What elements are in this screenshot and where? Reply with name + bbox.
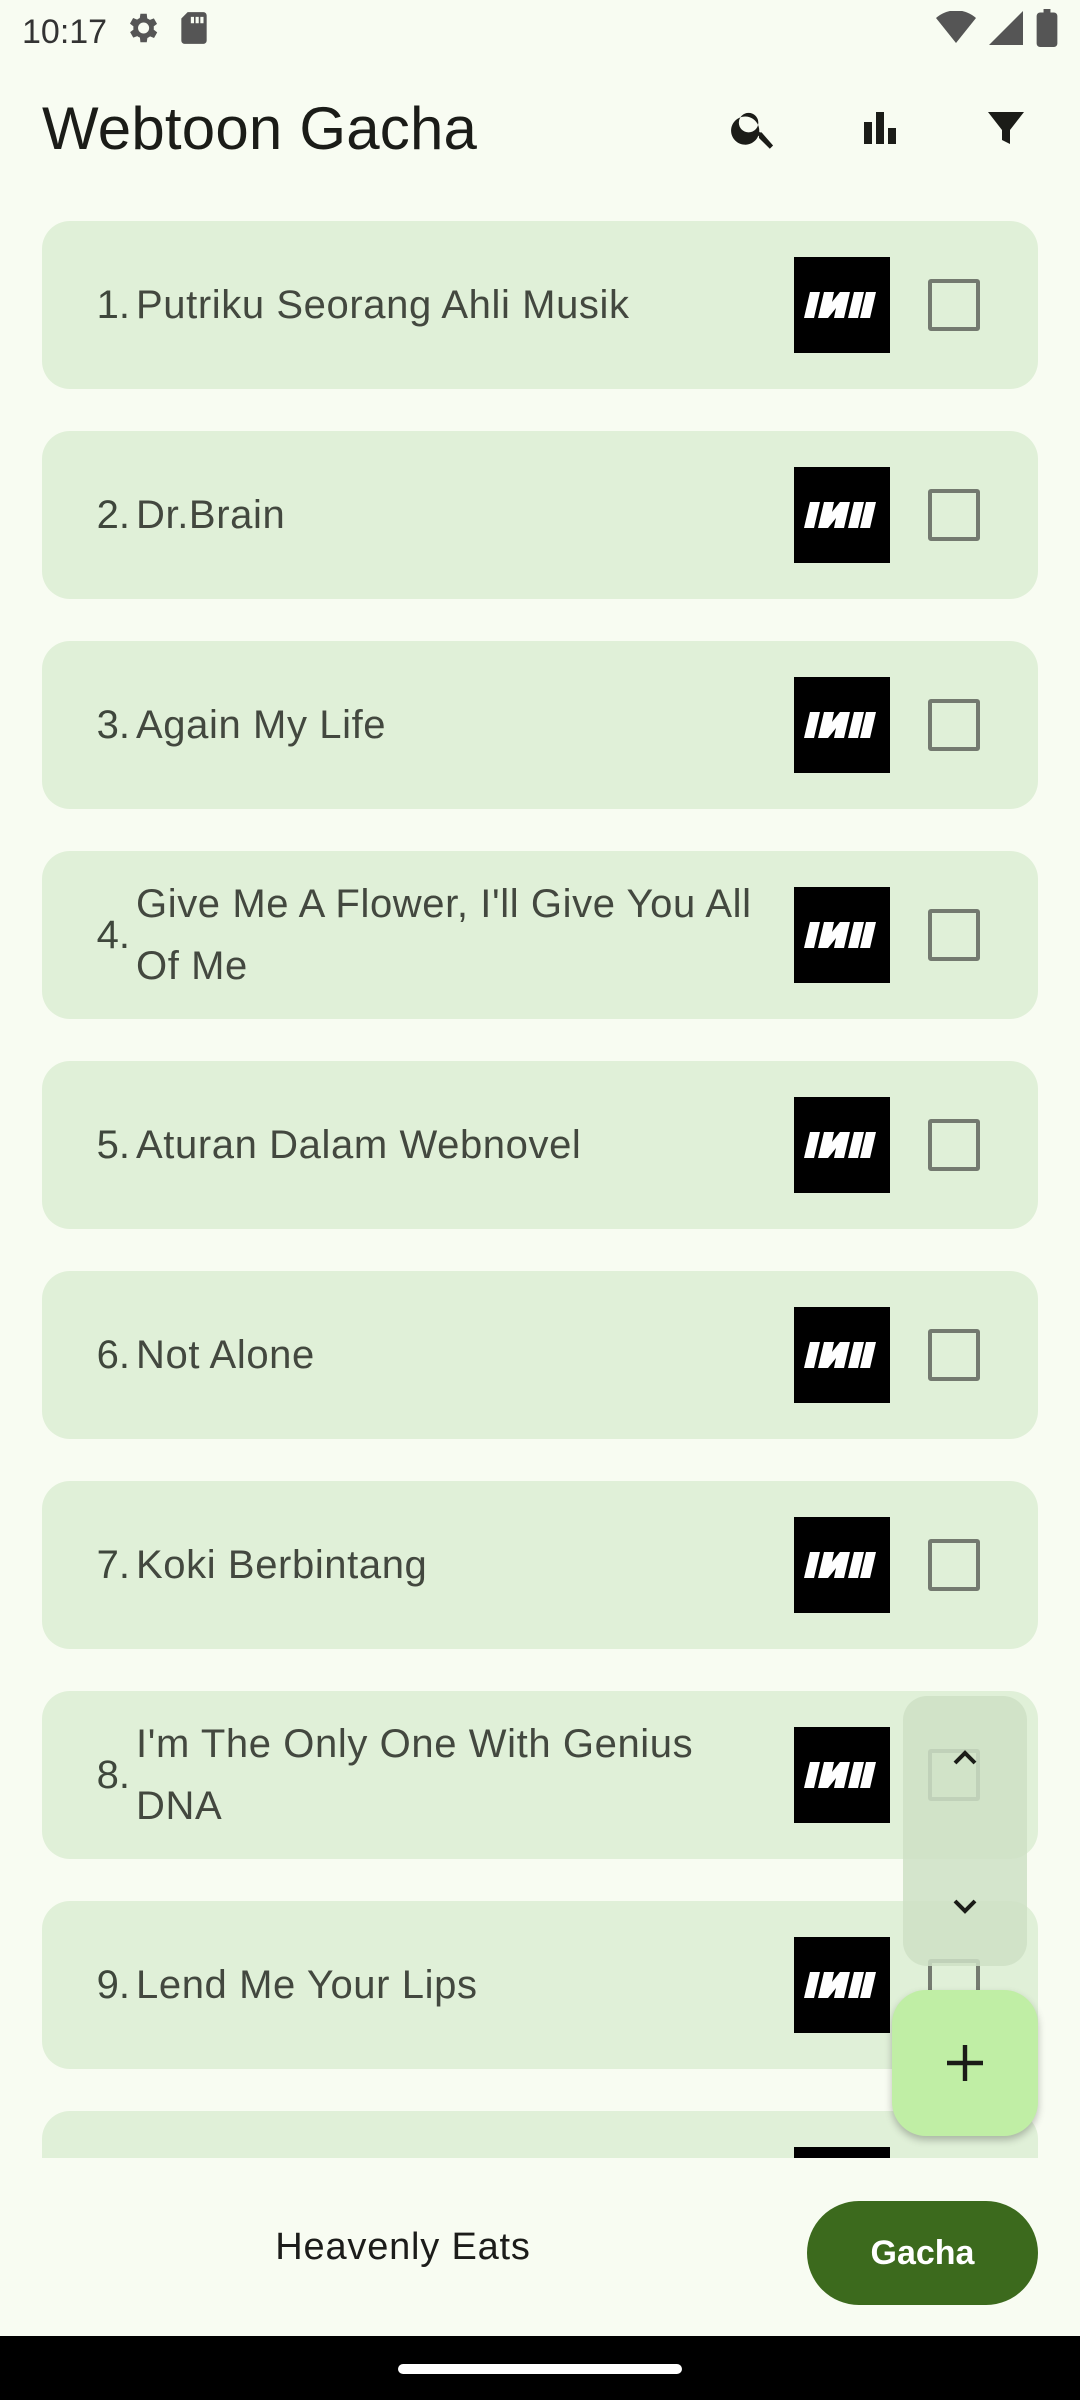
webtoon-logo-icon <box>794 1517 890 1613</box>
search-icon <box>731 112 774 149</box>
item-index: 7. <box>96 1542 130 1587</box>
list-item[interactable]: 6. Not Alone <box>42 1271 1038 1439</box>
item-title: Not Alone <box>136 1333 315 1377</box>
app-bar: Webtoon Gacha <box>0 80 1080 176</box>
chevron-down-icon <box>953 1899 977 1914</box>
item-title: Koki Berbintang <box>136 1543 428 1587</box>
item-index: 6. <box>96 1332 130 1377</box>
page-title: Webtoon Gacha <box>42 94 478 162</box>
item-title: Aturan Dalam Webnovel <box>136 1123 582 1167</box>
item-title: Again My Life <box>136 703 387 747</box>
signal-icon <box>988 10 1024 54</box>
item-title: Lend Me Your Lips <box>136 1963 478 2007</box>
list-item[interactable]: 9. Lend Me Your Lips <box>42 1901 1038 2069</box>
list-item[interactable]: 2. Dr.Brain <box>42 431 1038 599</box>
chevron-up-icon <box>953 1750 977 1765</box>
item-index: 1. <box>96 282 130 327</box>
list-item[interactable]: 1. Putriku Seorang Ahli Musik <box>42 221 1038 389</box>
item-checkbox[interactable] <box>928 1329 980 1381</box>
webtoon-logo-icon <box>794 1307 890 1403</box>
scroll-up-button[interactable] <box>903 1718 1027 1798</box>
status-bar: 10:17 <box>0 0 1080 64</box>
list-item-partial[interactable] <box>42 2111 1038 2158</box>
item-checkbox[interactable] <box>928 1119 980 1171</box>
item-index: 5. <box>96 1122 130 1167</box>
item-index: 2. <box>96 492 130 537</box>
sd-card-icon <box>177 9 211 56</box>
status-time: 10:17 <box>22 12 108 51</box>
wifi-icon <box>936 9 976 54</box>
webtoon-logo-icon <box>794 467 890 563</box>
settings-icon <box>123 9 161 56</box>
webtoon-logo-icon <box>794 887 890 983</box>
list-item[interactable]: 5. Aturan Dalam Webnovel <box>42 1061 1038 1229</box>
battery-icon <box>1036 8 1058 56</box>
plus-icon <box>947 2045 983 2081</box>
item-index: 9. <box>96 1962 130 2007</box>
item-checkbox[interactable] <box>928 699 980 751</box>
list-item[interactable]: 3. Again My Life <box>42 641 1038 809</box>
webtoon-logo-icon <box>794 677 890 773</box>
home-gesture-handle[interactable] <box>398 2364 682 2374</box>
system-nav-bar <box>0 2336 1080 2400</box>
item-title: Give Me A Flower, I'll Give You All Of M… <box>136 882 752 988</box>
item-checkbox[interactable] <box>928 279 980 331</box>
webtoon-logo-icon <box>794 257 890 353</box>
scroll-controls <box>903 1696 1027 1966</box>
item-index: 4. <box>96 912 130 957</box>
item-index: 3. <box>96 702 130 747</box>
list-item[interactable]: 4. Give Me A Flower, I'll Give You All O… <box>42 851 1038 1019</box>
item-checkbox[interactable] <box>928 909 980 961</box>
webtoon-logo-icon <box>794 1937 890 2033</box>
search-button[interactable] <box>722 96 786 160</box>
filter-button[interactable] <box>974 96 1038 160</box>
item-checkbox[interactable] <box>928 489 980 541</box>
list-item[interactable]: 8. I'm The Only One With Genius DNA <box>42 1691 1038 1859</box>
webtoon-logo-icon <box>794 1727 890 1823</box>
add-button[interactable] <box>892 1990 1038 2136</box>
stats-button[interactable] <box>848 96 912 160</box>
item-checkbox[interactable] <box>928 1539 980 1591</box>
list-item[interactable]: 7. Koki Berbintang <box>42 1481 1038 1649</box>
scroll-down-button[interactable] <box>903 1866 1027 1946</box>
item-index: 8. <box>96 1752 130 1797</box>
item-title: Dr.Brain <box>136 493 286 537</box>
item-title: Putriku Seorang Ahli Musik <box>136 283 630 327</box>
item-title: I'm The Only One With Genius DNA <box>136 1722 694 1828</box>
selected-webtoon-label: Heavenly Eats <box>275 2225 531 2268</box>
bar-chart-icon <box>864 112 896 144</box>
filter-icon <box>988 112 1024 144</box>
gacha-button[interactable]: Gacha <box>807 2201 1038 2305</box>
webtoon-logo-icon <box>794 1097 890 1193</box>
webtoon-logo-icon <box>794 2147 890 2158</box>
bottom-bar: Heavenly Eats Gacha <box>0 2158 1080 2336</box>
